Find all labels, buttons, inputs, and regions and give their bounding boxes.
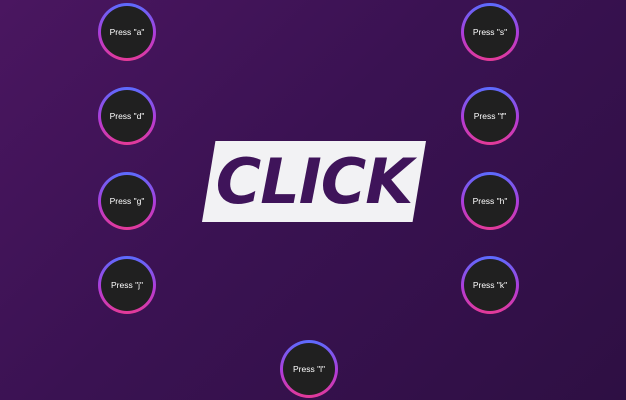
key-button-l[interactable]: Press "l" [280, 340, 338, 398]
button-face: Press "k" [464, 259, 516, 311]
key-label-g: Press "g" [109, 196, 145, 206]
key-button-j[interactable]: Press "j" [98, 256, 156, 314]
key-label-a: Press "a" [109, 27, 145, 37]
logo-text: CLICK [215, 144, 414, 218]
button-face: Press "l" [283, 343, 335, 395]
button-face: Press "a" [101, 6, 153, 58]
button-face: Press "g" [101, 175, 153, 227]
key-button-f[interactable]: Press "f" [461, 87, 519, 145]
key-label-f: Press "f" [473, 111, 507, 121]
button-face: Press "s" [464, 6, 516, 58]
button-face: Press "d" [101, 90, 153, 142]
button-face: Press "h" [464, 175, 516, 227]
click-logo: CLICK [202, 141, 426, 222]
key-button-k[interactable]: Press "k" [461, 256, 519, 314]
key-button-d[interactable]: Press "d" [98, 87, 156, 145]
key-button-s[interactable]: Press "s" [461, 3, 519, 61]
key-label-s: Press "s" [472, 27, 508, 37]
key-label-h: Press "h" [472, 196, 508, 206]
key-label-d: Press "d" [109, 111, 145, 121]
key-button-g[interactable]: Press "g" [98, 172, 156, 230]
key-label-j: Press "j" [110, 280, 143, 290]
key-button-a[interactable]: Press "a" [98, 3, 156, 61]
button-face: Press "j" [101, 259, 153, 311]
button-face: Press "f" [464, 90, 516, 142]
key-label-l: Press "l" [292, 364, 325, 374]
key-button-h[interactable]: Press "h" [461, 172, 519, 230]
key-label-k: Press "k" [472, 280, 508, 290]
